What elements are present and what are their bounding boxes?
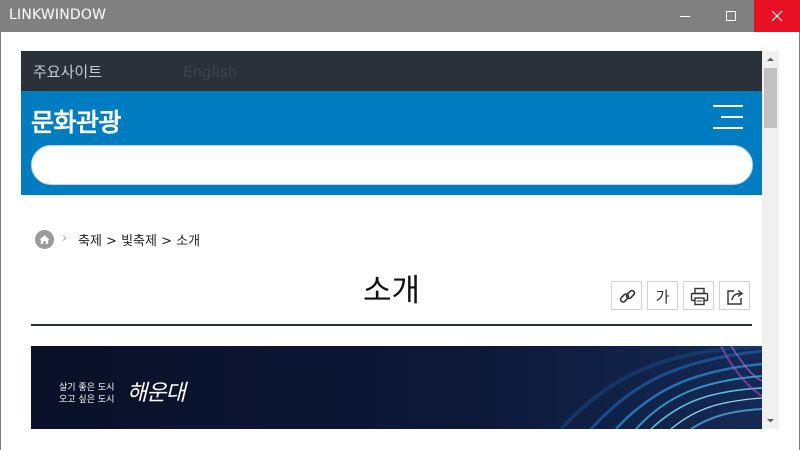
page-viewport: 주요사이트 English 문화관광 › 축제 > 빛축제 > 소개 소개 가 bbox=[21, 51, 762, 429]
window-title: LINKWINDOW bbox=[9, 7, 107, 23]
site-logo[interactable]: 문화관광 bbox=[31, 103, 122, 139]
close-icon bbox=[771, 10, 783, 22]
english-link[interactable]: English bbox=[183, 63, 237, 81]
copy-link-button[interactable] bbox=[611, 281, 642, 310]
close-button[interactable] bbox=[754, 0, 800, 32]
slogan-line-2: 오고 싶은 도시 bbox=[59, 395, 115, 405]
top-utility-bar: 주요사이트 English bbox=[21, 51, 762, 91]
link-icon bbox=[619, 289, 636, 303]
maximize-icon bbox=[726, 11, 736, 21]
minimize-icon bbox=[680, 16, 690, 17]
minimize-button[interactable] bbox=[662, 0, 708, 32]
major-sites-link[interactable]: 주요사이트 bbox=[33, 61, 102, 82]
search-input[interactable] bbox=[31, 145, 753, 185]
hamburger-icon[interactable] bbox=[711, 105, 743, 129]
breadcrumb-separator: › bbox=[62, 231, 68, 246]
scroll-up-arrow-icon bbox=[767, 57, 774, 61]
print-icon bbox=[690, 287, 709, 306]
vertical-scrollbar[interactable] bbox=[762, 51, 779, 429]
site-header: 문화관광 bbox=[21, 91, 762, 195]
share-icon bbox=[727, 289, 744, 305]
window-titlebar: LINKWINDOW bbox=[0, 0, 800, 32]
slogan-line-1: 살기 좋은 도시 bbox=[59, 383, 115, 393]
haeundae-banner: 살기 좋은 도시 오고 싶은 도시 해운대 bbox=[31, 346, 762, 429]
font-size-button[interactable]: 가 bbox=[647, 281, 678, 310]
scrollbar-thumb[interactable] bbox=[764, 68, 777, 128]
maximize-button[interactable] bbox=[708, 0, 754, 32]
scroll-down-button[interactable] bbox=[762, 412, 779, 429]
banner-brand-logo: 해운대 bbox=[127, 381, 186, 406]
home-icon[interactable] bbox=[35, 230, 54, 249]
breadcrumb-path: 축제 > 빛축제 > 소개 bbox=[78, 234, 201, 249]
share-button[interactable] bbox=[719, 281, 750, 310]
window-frame-left bbox=[0, 32, 1, 450]
font-size-label: 가 bbox=[655, 288, 670, 306]
print-button[interactable] bbox=[683, 281, 714, 310]
scroll-down-arrow-icon bbox=[767, 419, 774, 423]
scroll-up-button[interactable] bbox=[762, 51, 779, 68]
title-divider bbox=[31, 324, 752, 326]
banner-slogan: 살기 좋은 도시 오고 싶은 도시 bbox=[59, 382, 114, 406]
